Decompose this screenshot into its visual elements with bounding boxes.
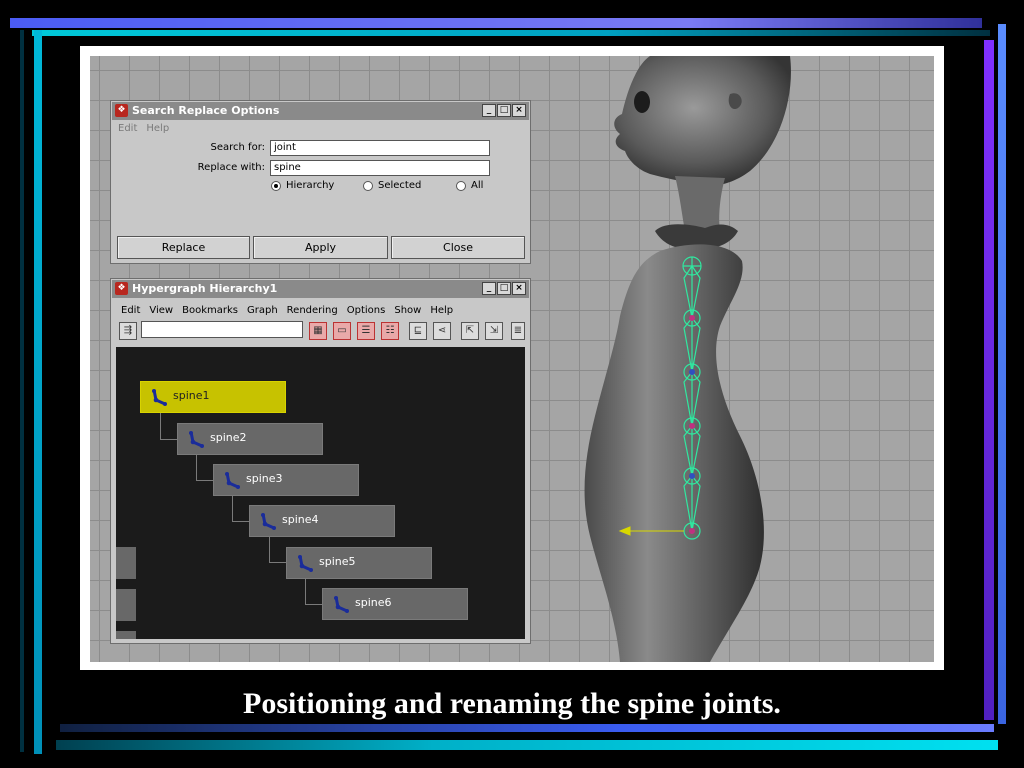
hypergraph-graph-area[interactable]: spine1 spine2 spine3 spine4 spine5 spine… [116, 347, 525, 639]
left-accent-bar-cyan [34, 30, 42, 754]
menu-view[interactable]: View [149, 305, 173, 316]
search-for-label: Search for: [210, 142, 265, 153]
node-label: spine6 [355, 596, 392, 609]
bottom-accent-bar-blue [60, 724, 994, 732]
minimize-button[interactable]: _ [482, 104, 496, 117]
replace-with-label: Replace with: [197, 162, 265, 173]
joint-icon [225, 472, 240, 489]
character-body [584, 244, 764, 662]
top-accent-bar-cyan [32, 30, 990, 36]
minimize-button[interactable]: _ [482, 282, 496, 295]
maximize-button[interactable]: □ [497, 282, 511, 295]
search-replace-window[interactable]: ❖ Search Replace Options _ □ × Edit Help… [110, 100, 531, 264]
slide-caption: Positioning and renaming the spine joint… [243, 687, 781, 720]
offscreen-node[interactable] [116, 631, 136, 639]
menu-help[interactable]: Help [146, 123, 169, 134]
rebuild-icon[interactable]: ⋖ [433, 322, 451, 340]
radio-label: All [471, 180, 484, 191]
frame-branch-icon[interactable]: ☰ [357, 322, 375, 340]
input-connections-icon[interactable]: ⇱ [461, 322, 479, 340]
node-spine2[interactable]: spine2 [177, 423, 323, 455]
frame-all-icon[interactable]: ▦ [309, 322, 327, 340]
left-accent-bar-dark [20, 30, 24, 752]
menu-rendering[interactable]: Rendering [287, 305, 338, 316]
joint-icon [298, 555, 313, 572]
radio-label: Selected [378, 180, 422, 191]
replace-with-input[interactable]: spine [270, 160, 490, 176]
joint-icon [334, 596, 349, 613]
radio-dot [271, 180, 281, 191]
radio-dot [363, 180, 373, 191]
close-window-button[interactable]: × [512, 282, 526, 295]
close-button[interactable]: Close [391, 236, 525, 259]
close-window-button[interactable]: × [512, 104, 526, 117]
window-title: Hypergraph Hierarchy1 [132, 282, 278, 295]
joint-icon [152, 389, 167, 406]
apply-button[interactable]: Apply [253, 236, 388, 259]
character-neck [675, 176, 725, 231]
node-spine1[interactable]: spine1 [140, 381, 286, 413]
maya-app-icon: ❖ [115, 282, 128, 295]
right-accent-bar-purple [984, 40, 994, 720]
maximize-button[interactable]: □ [497, 104, 511, 117]
bottom-accent-bar-cyan [56, 740, 998, 750]
offscreen-node[interactable] [116, 589, 136, 621]
search-for-input[interactable]: joint [270, 140, 490, 156]
replace-button[interactable]: Replace [117, 236, 250, 259]
layout-icon[interactable]: ⊑ [409, 322, 427, 340]
menu-show[interactable]: Show [394, 305, 421, 316]
node-label: spine2 [210, 431, 247, 444]
radio-selected[interactable]: Selected [363, 180, 421, 191]
node-label: spine5 [319, 555, 356, 568]
node-label: spine4 [282, 513, 319, 526]
hierarchy-mode-icon[interactable]: ⇶ [119, 322, 137, 340]
node-spine5[interactable]: spine5 [286, 547, 432, 579]
top-accent-bar-blue [10, 18, 982, 28]
hypergraph-window[interactable]: ❖ Hypergraph Hierarchy1 _ □ × Edit View … [110, 278, 531, 644]
node-spine4[interactable]: spine4 [249, 505, 395, 537]
output-connections-icon[interactable]: ⇲ [485, 322, 503, 340]
right-accent-bar-blue [998, 24, 1006, 724]
node-label: spine1 [173, 389, 210, 402]
radio-dot [456, 180, 466, 191]
joint-icon [189, 431, 204, 448]
maya-app-icon: ❖ [115, 104, 128, 117]
node-spine3[interactable]: spine3 [213, 464, 359, 496]
node-label: spine3 [246, 472, 283, 485]
menu-graph[interactable]: Graph [247, 305, 278, 316]
menu-edit[interactable]: Edit [121, 305, 140, 316]
scene-hierarchy-icon[interactable]: ≣ [511, 322, 525, 340]
menu-edit[interactable]: Edit [118, 123, 137, 134]
radio-label: Hierarchy [286, 180, 335, 191]
search-replace-menubar: Edit Help [118, 123, 169, 134]
radio-all[interactable]: All [456, 180, 483, 191]
character-eye [634, 91, 650, 113]
menu-bookmarks[interactable]: Bookmarks [182, 305, 238, 316]
menu-help[interactable]: Help [430, 305, 453, 316]
hypergraph-menubar: Edit View Bookmarks Graph Rendering Opti… [121, 305, 453, 316]
character-head [614, 56, 791, 186]
node-spine6[interactable]: spine6 [322, 588, 468, 620]
frame-hierarchy-icon[interactable]: ☷ [381, 322, 399, 340]
menu-options[interactable]: Options [347, 305, 386, 316]
offscreen-node[interactable] [116, 547, 136, 579]
search-replace-titlebar[interactable]: ❖ Search Replace Options _ □ × [112, 102, 529, 120]
joint-icon [261, 513, 276, 530]
window-title: Search Replace Options [132, 104, 280, 117]
hypergraph-titlebar[interactable]: ❖ Hypergraph Hierarchy1 _ □ × [112, 280, 529, 298]
hypergraph-search-input[interactable] [141, 321, 303, 338]
radio-hierarchy[interactable]: Hierarchy [271, 180, 334, 191]
frame-selection-icon[interactable]: ▭ [333, 322, 351, 340]
